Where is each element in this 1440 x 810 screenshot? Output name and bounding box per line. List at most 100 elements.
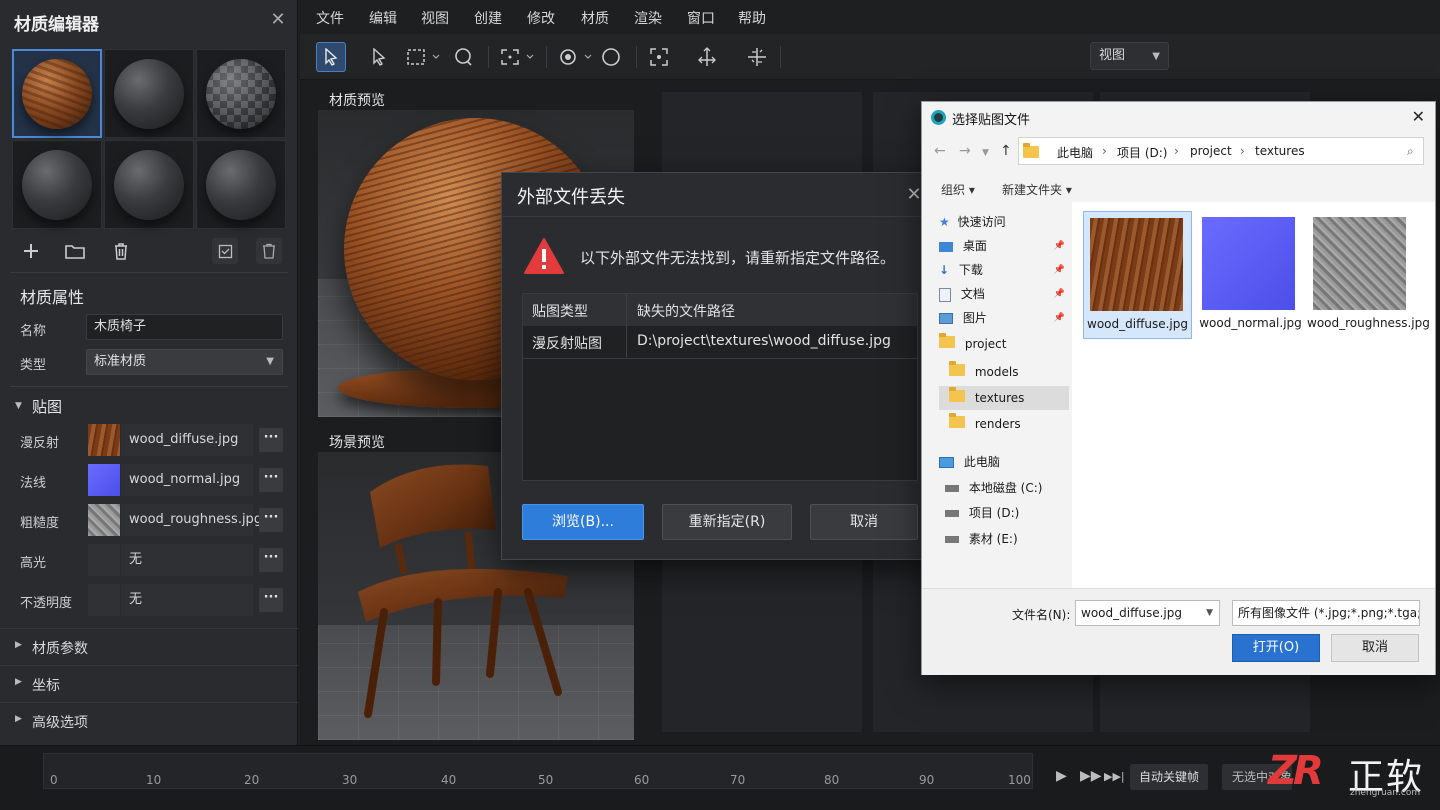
forward-arrow-icon[interactable]: →: [959, 143, 971, 159]
rotate-icon[interactable]: [596, 42, 626, 72]
last-frame-icon[interactable]: ▶▶|: [1104, 770, 1125, 783]
more-icon[interactable]: ···: [259, 428, 283, 452]
back-arrow-icon[interactable]: ←: [934, 143, 946, 159]
respecify-button[interactable]: 重新指定(R): [662, 504, 792, 540]
texture-swatch[interactable]: [88, 464, 120, 496]
lasso-icon[interactable]: [448, 42, 478, 72]
side-item-pictures[interactable]: 图片 📌: [939, 306, 1069, 330]
material-slot-6[interactable]: [196, 140, 286, 229]
align-icon[interactable]: [742, 42, 772, 72]
material-slot-2[interactable]: [104, 49, 194, 138]
menu-create[interactable]: 创建: [474, 8, 502, 28]
breadcrumb-item[interactable]: 项目 (D:): [1117, 144, 1167, 161]
snap-icon[interactable]: [556, 42, 596, 72]
material-slot-1[interactable]: [12, 49, 102, 138]
more-icon[interactable]: ···: [259, 468, 283, 492]
menu-window[interactable]: 窗口: [687, 8, 715, 28]
file-item[interactable]: wood_roughness.jpg: [1307, 211, 1430, 339]
side-item-project[interactable]: project: [939, 332, 1069, 356]
new-folder-menu[interactable]: 新建文件夹 ▾: [1002, 181, 1072, 198]
more-icon[interactable]: ···: [259, 548, 283, 572]
menu-view[interactable]: 视图: [421, 8, 449, 28]
material-slot-3[interactable]: [196, 49, 286, 138]
play-icon[interactable]: ▶: [1056, 768, 1067, 784]
open-button[interactable]: 打开(O): [1232, 634, 1320, 662]
menu-edit[interactable]: 编辑: [369, 8, 397, 28]
side-item-renders[interactable]: renders: [949, 412, 1069, 436]
material-slot-5[interactable]: [104, 140, 194, 229]
file-item[interactable]: wood_diffuse.jpg: [1083, 211, 1192, 339]
more-icon[interactable]: ···: [259, 508, 283, 532]
menu-file[interactable]: 文件: [316, 8, 344, 28]
folder-icon[interactable]: [62, 238, 88, 264]
close-icon[interactable]: ✕: [1412, 107, 1425, 126]
move-axis-icon[interactable]: [692, 42, 722, 72]
texture-swatch[interactable]: [88, 544, 120, 576]
recent-chevron-icon[interactable]: ▼: [982, 148, 989, 158]
next-frame-icon[interactable]: ▶▶: [1080, 768, 1102, 784]
material-slot-4[interactable]: [12, 140, 102, 229]
address-bar[interactable]: 此电脑 › 项目 (D:) › project › textures ⌕: [1018, 137, 1424, 165]
breadcrumb-item[interactable]: project: [1190, 144, 1232, 158]
side-item-desktop[interactable]: 桌面 📌: [939, 234, 1069, 258]
map-file-name[interactable]: wood_diffuse.jpg: [121, 424, 253, 456]
side-item-drive-e[interactable]: 素材 (E:): [945, 527, 1069, 551]
menu-material[interactable]: 材质: [581, 8, 609, 28]
material-name-field[interactable]: 木质椅子: [86, 314, 283, 340]
texture-swatch[interactable]: [88, 424, 120, 456]
breadcrumb-item[interactable]: 此电脑: [1057, 144, 1093, 161]
table-cell-path[interactable]: D:\project\textures\wood_diffuse.jpg: [637, 333, 891, 349]
view-dropdown[interactable]: 视图 ▼: [1090, 42, 1169, 70]
menu-render[interactable]: 渲染: [634, 8, 662, 28]
map-file-name[interactable]: wood_roughness.jpg: [121, 504, 262, 536]
close-icon[interactable]: ✕: [268, 10, 288, 30]
table-cell-type[interactable]: 漫反射贴图: [532, 333, 602, 353]
texture-swatch[interactable]: [88, 504, 120, 536]
filetype-select[interactable]: 所有图像文件 (*.jpg;*.png;*.tga;: [1232, 600, 1420, 626]
section-advanced[interactable]: ▶ 高级选项: [0, 702, 298, 738]
autokey-button[interactable]: 自动关键帧: [1130, 764, 1208, 790]
save-material-icon[interactable]: [212, 238, 238, 264]
more-icon[interactable]: ···: [259, 588, 283, 612]
file-item[interactable]: wood_normal.jpg: [1196, 211, 1305, 339]
pointer-icon[interactable]: [364, 42, 394, 72]
timeline-ruler[interactable]: 0 10 20 30 40 50 60 70 80 90 100: [43, 753, 1033, 789]
texture-swatch[interactable]: [88, 584, 120, 616]
map-file-name[interactable]: 无: [121, 584, 253, 616]
expand-triangle-icon[interactable]: ▼: [15, 401, 22, 411]
quick-access-item[interactable]: ★ 快速访问: [939, 210, 1069, 234]
trash-icon[interactable]: [108, 238, 134, 264]
side-item-textures[interactable]: textures: [939, 386, 1069, 410]
organize-menu[interactable]: 组织 ▾: [941, 181, 975, 198]
region-select-icon[interactable]: [498, 42, 538, 72]
side-item-downloads[interactable]: ↓ 下载 📌: [939, 258, 1069, 282]
cancel-button[interactable]: 取消: [1331, 634, 1419, 662]
map-label: 不透明度: [20, 596, 73, 611]
maps-section-title[interactable]: 贴图: [32, 396, 62, 417]
map-file-name[interactable]: wood_normal.jpg: [121, 464, 253, 496]
up-arrow-icon[interactable]: ↑: [1000, 143, 1012, 159]
delete-material-icon[interactable]: [256, 238, 282, 264]
side-item-this-pc[interactable]: 此电脑: [939, 450, 1069, 474]
breadcrumb-item[interactable]: textures: [1255, 144, 1305, 158]
map-file-name[interactable]: 无: [121, 544, 253, 576]
section-coordinates[interactable]: ▶ 坐标: [0, 665, 298, 701]
filename-value: wood_diffuse.jpg: [1081, 606, 1182, 620]
select-cursor-icon[interactable]: [316, 42, 346, 72]
focus-frame-icon[interactable]: [644, 42, 674, 72]
side-item-drive-d[interactable]: 项目 (D:): [945, 501, 1069, 525]
rect-select-icon[interactable]: [404, 42, 444, 72]
menu-help[interactable]: 帮助: [738, 8, 766, 28]
side-item-models[interactable]: models: [949, 360, 1069, 384]
add-icon[interactable]: [18, 238, 44, 264]
material-type-select[interactable]: 标准材质 ▼: [86, 349, 283, 375]
material-actions: [12, 238, 286, 266]
side-item-documents[interactable]: 文档 📌: [939, 282, 1069, 306]
browse-button[interactable]: 浏览(B)...: [522, 504, 644, 540]
cancel-button[interactable]: 取消: [810, 504, 918, 540]
section-material-params[interactable]: ▶ 材质参数: [0, 628, 298, 664]
menu-modify[interactable]: 修改: [527, 8, 555, 28]
side-item-drive-c[interactable]: 本地磁盘 (C:): [945, 476, 1069, 500]
filename-input[interactable]: wood_diffuse.jpg ▼: [1075, 600, 1220, 626]
search-icon[interactable]: ⌕: [1407, 144, 1414, 159]
